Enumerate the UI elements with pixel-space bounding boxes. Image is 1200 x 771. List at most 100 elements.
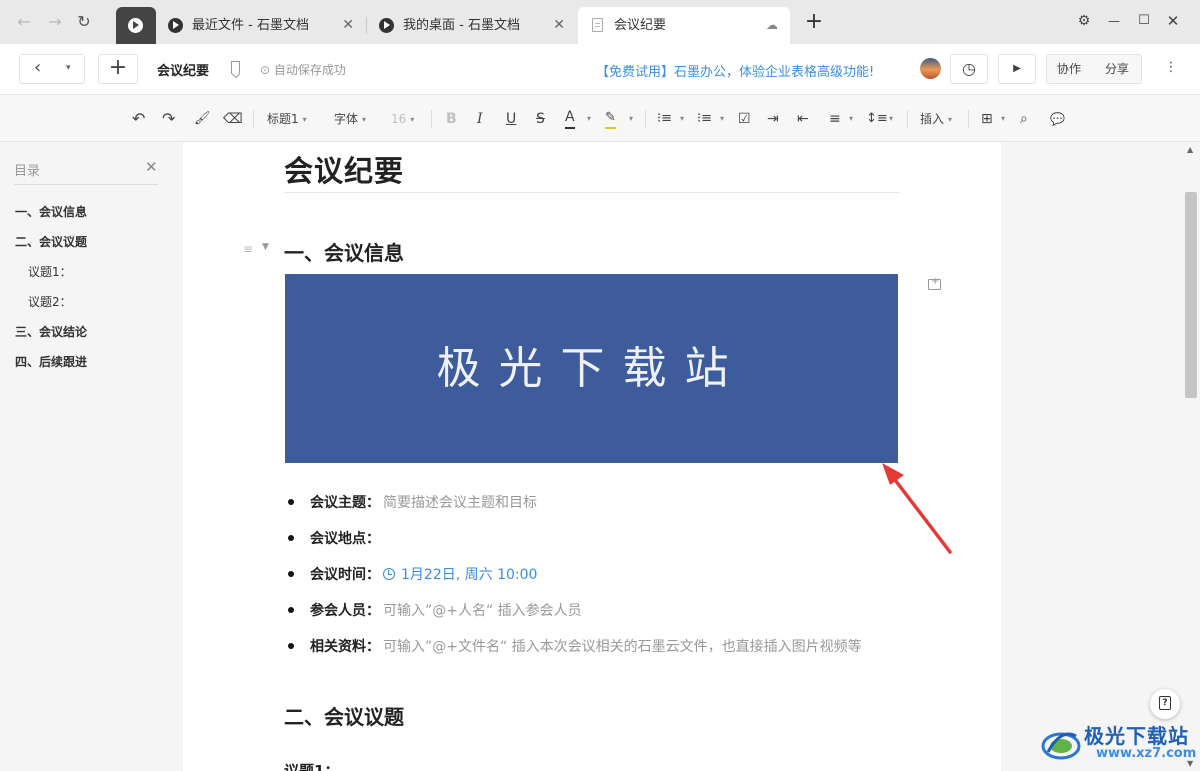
tab-recent-files[interactable]: 最近文件 - 石墨文档 ✕: [156, 7, 366, 44]
chevron-down-icon[interactable]: ▾: [66, 55, 71, 81]
checklist-icon[interactable]: ☑: [738, 109, 751, 129]
close-window-icon[interactable]: ✕: [1163, 10, 1183, 32]
more-vertical-icon: ⋮: [1164, 60, 1178, 75]
new-tab-button[interactable]: +: [803, 11, 825, 33]
insert-menu[interactable]: 插入 ▾: [920, 109, 952, 129]
format-painter-icon[interactable]: 🖌: [194, 109, 211, 129]
promo-link[interactable]: 【免费试用】石墨办公，体验企业表格高级功能!: [596, 61, 874, 80]
underline-icon[interactable]: U: [506, 109, 516, 129]
toolbar-divider: [645, 110, 646, 128]
more-menu-button[interactable]: ⋮: [1152, 54, 1190, 84]
toc-item[interactable]: 议题1：: [28, 263, 72, 280]
font-color-icon[interactable]: A: [565, 109, 575, 129]
collapse-caret-icon[interactable]: ▼: [262, 242, 269, 252]
find-icon[interactable]: ⌕: [1020, 109, 1028, 129]
toc-item[interactable]: 二、会议议题: [15, 233, 87, 250]
font-size-select[interactable]: 16 ▾: [391, 109, 414, 129]
tab-title: 会议纪要: [614, 18, 667, 33]
line-height-icon[interactable]: ↕≡: [866, 109, 888, 129]
home-tab[interactable]: [116, 7, 156, 44]
minimize-icon[interactable]: —: [1104, 10, 1124, 32]
font-select[interactable]: 字体 ▾: [334, 109, 366, 129]
toc-item[interactable]: 议题2：: [28, 293, 72, 310]
watermark: 极光下载站 www.xz7.com: [1040, 720, 1196, 768]
clear-format-icon[interactable]: ⌫: [223, 109, 243, 129]
chevron-down-icon[interactable]: ▾: [889, 109, 893, 129]
document-title[interactable]: 会议纪要: [157, 60, 209, 79]
font-select-value: 字体: [334, 112, 359, 126]
present-button[interactable]: ▶: [998, 54, 1036, 84]
document-heading[interactable]: 会议纪要: [284, 148, 404, 190]
close-tab-icon[interactable]: ✕: [342, 7, 354, 44]
chevron-down-icon[interactable]: ▾: [849, 109, 853, 129]
vertical-scrollbar[interactable]: ▲ ▼: [1183, 142, 1200, 771]
toc-item[interactable]: 三、会议结论: [15, 323, 87, 340]
chevron-down-icon[interactable]: ▾: [680, 109, 684, 129]
shimo-logo-icon: [128, 18, 143, 33]
close-tab-icon[interactable]: ✕: [553, 7, 565, 44]
help-button[interactable]: ?: [1150, 689, 1180, 719]
indent-icon[interactable]: ⇥: [767, 109, 779, 129]
chevron-down-icon: ▾: [362, 114, 367, 124]
back-arrow-icon[interactable]: ←: [14, 12, 34, 32]
tab-meeting-minutes[interactable]: 会议纪要 ☁: [578, 7, 790, 44]
section-heading[interactable]: 一、会议信息: [284, 237, 404, 266]
bullet-dot: [288, 499, 294, 505]
section-heading[interactable]: 二、会议议题: [284, 701, 404, 730]
tab-title: 最近文件 - 石墨文档: [192, 18, 309, 33]
toc-item[interactable]: 一、会议信息: [15, 203, 87, 220]
bullet-dot: [288, 571, 294, 577]
chevron-down-icon[interactable]: ▾: [1001, 109, 1005, 129]
shimo-logo-icon: [168, 18, 183, 33]
bookmark-icon[interactable]: [231, 61, 240, 74]
collaborate-button[interactable]: 协作: [1057, 55, 1081, 83]
share-button[interactable]: 分享: [1105, 55, 1129, 83]
date-chip[interactable]: 1月22日, 周六 10:00: [383, 564, 537, 584]
subsection-heading[interactable]: 议题1：: [284, 760, 339, 771]
reload-icon[interactable]: ↻: [74, 12, 94, 32]
field-label: 会议时间：: [310, 567, 380, 583]
forward-arrow-icon[interactable]: →: [45, 12, 65, 32]
align-icon[interactable]: ≡: [829, 109, 841, 129]
history-icon: ◷: [962, 59, 976, 78]
history-button[interactable]: ◷: [950, 54, 988, 84]
heading-select[interactable]: 标题1 ▾: [267, 109, 307, 129]
banner-image[interactable]: 极光下载站: [285, 274, 898, 463]
date-chip-text: 1月22日, 周六 10:00: [401, 567, 538, 583]
play-icon: ▶: [1013, 63, 1021, 74]
scroll-up-arrow-icon[interactable]: ▲: [1187, 145, 1193, 154]
new-document-button[interactable]: +: [98, 54, 138, 84]
field-placeholder[interactable]: 可输入”@+文件名“ 插入本次会议相关的石墨云文件，也直接插入图片视频等: [383, 636, 862, 656]
formatting-toolbar: ↶ ↷ 🖌 ⌫ 标题1 ▾ 字体 ▾ 16 ▾ B I U S A ▾ ✎ ▾ ⁝≡ …: [0, 96, 1200, 142]
add-comment-icon[interactable]: [928, 276, 941, 290]
toc-item[interactable]: 四、后续跟进: [15, 353, 87, 370]
chevron-down-icon[interactable]: ▾: [587, 109, 591, 129]
field-placeholder[interactable]: 可输入”@+人名“ 插入参会人员: [383, 600, 582, 620]
toc-heading: 目录: [14, 164, 41, 179]
avatar[interactable]: [920, 58, 941, 79]
comment-icon[interactable]: 💬: [1050, 109, 1065, 129]
scroll-thumb[interactable]: [1185, 192, 1197, 398]
chevron-down-icon[interactable]: ▾: [629, 109, 633, 129]
italic-icon[interactable]: I: [477, 109, 483, 129]
chevron-down-icon[interactable]: ▾: [720, 109, 724, 129]
tab-my-desktop[interactable]: 我的桌面 - 石墨文档 ✕: [367, 7, 577, 44]
table-icon[interactable]: ⊞: [981, 109, 993, 129]
field-placeholder[interactable]: 简要描述会议主题和目标: [383, 492, 537, 512]
close-icon[interactable]: ✕: [145, 158, 158, 176]
heading-select-value: 标题1: [267, 112, 299, 126]
divider: [284, 192, 900, 193]
drag-handle-icon[interactable]: ≡: [243, 242, 253, 256]
ordered-list-icon[interactable]: ⁝≡: [657, 109, 672, 129]
back-button[interactable]: ‹ ▾: [19, 54, 85, 84]
strikethrough-icon[interactable]: S: [536, 109, 545, 129]
redo-icon[interactable]: ↷: [162, 109, 175, 129]
settings-gear-icon[interactable]: ⚙: [1074, 10, 1094, 32]
undo-icon[interactable]: ↶: [132, 109, 145, 129]
bold-icon[interactable]: B: [446, 109, 457, 129]
bullet-list-icon[interactable]: ⁝≡: [697, 109, 712, 129]
maximize-icon[interactable]: ☐: [1134, 10, 1154, 32]
outdent-icon[interactable]: ⇤: [797, 109, 809, 129]
highlight-icon[interactable]: ✎: [605, 109, 616, 129]
chevron-down-icon: ▾: [948, 114, 953, 124]
